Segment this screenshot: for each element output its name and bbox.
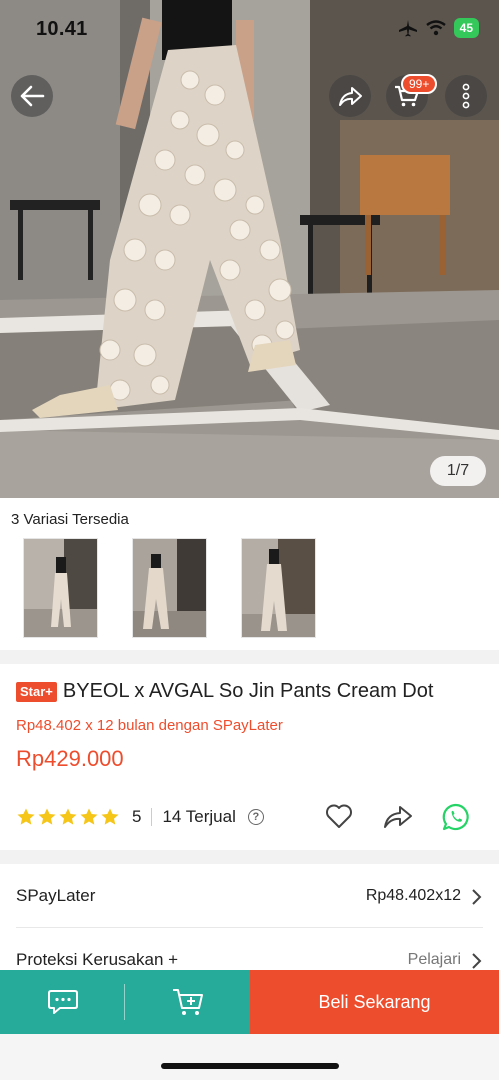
home-indicator[interactable] — [161, 1063, 339, 1069]
wifi-icon — [425, 20, 446, 36]
buy-now-button[interactable]: Beli Sekarang — [250, 970, 499, 1034]
status-icons: 45 — [398, 18, 479, 38]
rating-row: 5 14 Terjual ? — [16, 803, 264, 831]
bottom-action-bar: Beli Sekarang — [0, 970, 499, 1034]
variant-thumbnail[interactable] — [241, 538, 316, 638]
chevron-right-icon[interactable] — [470, 888, 482, 906]
battery-indicator: 45 — [453, 18, 479, 38]
star-icon — [38, 808, 56, 825]
chevron-right-icon[interactable] — [470, 952, 482, 970]
chat-button[interactable] — [0, 970, 125, 1034]
status-time: 10.41 — [36, 18, 88, 40]
section-separator — [0, 650, 499, 664]
share-icon[interactable] — [382, 802, 414, 830]
sold-count: 14 Terjual — [162, 807, 236, 826]
add-to-cart-icon — [172, 989, 203, 1015]
more-options-button[interactable] — [445, 75, 487, 117]
image-counter: 1/7 — [430, 456, 486, 486]
variant-thumbnail[interactable] — [23, 538, 98, 638]
back-button[interactable] — [11, 75, 53, 117]
heart-icon[interactable] — [324, 802, 354, 830]
add-to-cart-button[interactable] — [125, 970, 250, 1034]
star-icon — [101, 808, 119, 825]
star-icon — [59, 808, 77, 825]
section-separator — [0, 850, 499, 864]
row-divider — [16, 927, 483, 928]
product-title: BYEOL x AVGAL So Jin Pants Cream Dot — [62, 680, 434, 702]
product-price: Rp429.000 — [16, 746, 124, 771]
divider — [151, 808, 153, 826]
share-icon — [339, 87, 362, 106]
product-image-gallery[interactable]: 10.41 45 99+ 1/7 — [0, 0, 499, 498]
whatsapp-icon[interactable] — [441, 802, 471, 832]
star-plus-badge: Star+ — [16, 681, 57, 702]
share-button[interactable] — [329, 75, 371, 117]
back-arrow-icon — [20, 85, 45, 107]
home-indicator-area — [0, 1034, 499, 1080]
more-vertical-icon — [462, 83, 470, 109]
help-icon[interactable]: ? — [247, 809, 264, 825]
product-title-row: Star+ BYEOL x AVGAL So Jin Pants Cream D… — [16, 680, 433, 703]
rating-value: 5 — [132, 807, 142, 826]
spaylater-label[interactable]: SPayLater — [16, 886, 95, 906]
protection-label[interactable]: Proteksi Kerusakan + — [16, 950, 178, 970]
installment-text[interactable]: Rp48.402 x 12 bulan dengan SPayLater — [16, 717, 283, 734]
protection-learn-link[interactable]: Pelajari — [408, 951, 461, 969]
star-icon — [17, 808, 35, 825]
rating-stars — [16, 807, 120, 827]
chat-icon — [47, 990, 78, 1014]
star-icon — [80, 808, 98, 825]
cart-badge: 99+ — [401, 74, 438, 94]
spaylater-value[interactable]: Rp48.402x12 — [366, 887, 461, 905]
variant-thumbnail[interactable] — [132, 538, 207, 638]
status-bar: 10.41 45 — [0, 0, 499, 60]
airplane-icon — [398, 20, 417, 37]
variants-title: 3 Variasi Tersedia — [11, 511, 129, 528]
divider — [124, 984, 125, 1020]
